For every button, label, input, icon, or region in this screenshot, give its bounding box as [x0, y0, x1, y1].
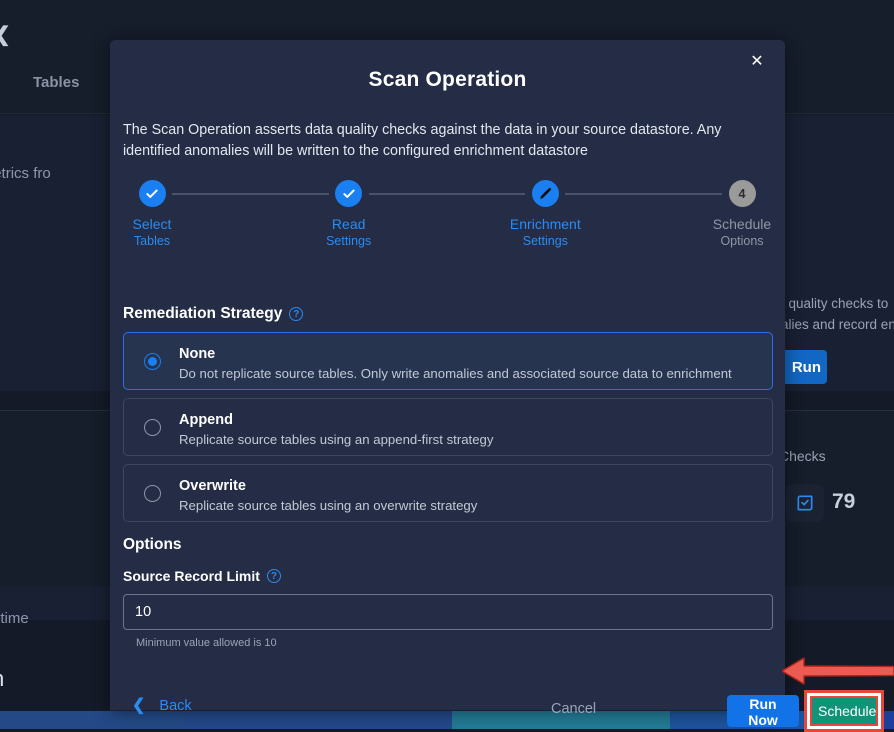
background-text-fragment-1: and key metrics fro — [0, 165, 51, 182]
run-now-button[interactable]: Run Now — [727, 695, 799, 727]
stepper-step-select[interactable]: SelectTables — [92, 180, 212, 249]
back-button-label: Back — [159, 698, 191, 714]
wizard-stepper: SelectTablesReadSettingsEnrichmentSettin… — [152, 180, 742, 248]
background-text-fragment-right-1: : quality checks to — [781, 296, 888, 311]
remediation-option-title: Append — [179, 412, 233, 428]
remediation-strategy-label: Remediation Strategy — [123, 305, 282, 323]
footer-separator — [110, 678, 785, 679]
source-record-limit-label-row: Source Record Limit ? — [123, 568, 281, 584]
stepper-step-subtitle: Settings — [326, 233, 371, 249]
radio-button-none[interactable] — [144, 353, 161, 370]
background-checks-label: Checks — [779, 448, 826, 464]
pencil-icon — [532, 180, 559, 207]
remediation-option-subtitle: Replicate source tables using an overwri… — [179, 498, 477, 513]
background-text-fragment-right-2: alies and record en — [781, 317, 894, 332]
source-record-limit-hint: Minimum value allowed is 10 — [136, 637, 277, 649]
remediation-strategy-heading: Remediation Strategy ? — [123, 305, 303, 323]
help-circle-icon[interactable]: ? — [289, 307, 303, 321]
remediation-option-title: Overwrite — [179, 478, 246, 494]
stepper-step-schedule[interactable]: 4 ScheduleOptions — [682, 180, 802, 249]
back-button[interactable]: ❮ Back — [132, 698, 192, 714]
red-left-arrow-annotation — [782, 655, 894, 687]
check-square-icon — [786, 484, 824, 522]
dialog-description: The Scan Operation asserts data quality … — [123, 120, 773, 162]
background-text-fragment-3: tribution — [0, 666, 4, 692]
stepper-step-number: 4 — [739, 187, 746, 201]
check-icon — [139, 180, 166, 207]
number-icon: 4 — [729, 180, 756, 207]
stepper-step-title: Read — [332, 216, 365, 233]
remediation-option-subtitle: Do not replicate source tables. Only wri… — [179, 366, 732, 381]
stepper-step-read[interactable]: ReadSettings — [289, 180, 409, 249]
stepper-step-title: Select — [133, 216, 172, 233]
remediation-option-append[interactable]: Append Replicate source tables using an a… — [123, 398, 773, 456]
background-run-button[interactable]: Run — [779, 350, 827, 384]
radio-button-overwrite[interactable] — [144, 485, 161, 502]
remediation-option-overwrite[interactable]: Overwrite Replicate source tables using a… — [123, 464, 773, 522]
background-tab-tables[interactable]: Tables — [33, 74, 79, 91]
options-heading: Options — [123, 536, 182, 554]
stepper-step-subtitle: Settings — [523, 233, 568, 249]
help-circle-icon[interactable]: ? — [267, 569, 281, 583]
stepper-step-title: Schedule — [713, 216, 771, 233]
remediation-option-title: None — [179, 346, 215, 362]
stepper-step-subtitle: Tables — [134, 233, 170, 249]
remediation-option-none[interactable]: None Do not replicate source tables. Only… — [123, 332, 773, 390]
radio-button-append[interactable] — [144, 419, 161, 436]
background-text-fragment-2: evolves over time — [0, 610, 29, 627]
schedule-button[interactable]: Schedule — [810, 696, 878, 726]
schedule-button-highlight: Schedule — [804, 690, 884, 732]
cancel-button[interactable]: Cancel — [551, 701, 596, 717]
stepper-connector-1 — [172, 193, 329, 195]
source-record-limit-label: Source Record Limit — [123, 568, 260, 584]
stepper-step-enrichment[interactable]: EnrichmentSettings — [485, 180, 605, 249]
dialog-title: Scan Operation — [110, 68, 785, 92]
source-record-limit-input[interactable] — [123, 594, 773, 630]
stepper-step-subtitle: Options — [720, 233, 763, 249]
scan-operation-dialog: ✕ Scan Operation The Scan Operation asse… — [110, 40, 785, 710]
remediation-option-subtitle: Replicate source tables using an append-… — [179, 432, 493, 447]
chevron-left-icon: ❮ — [132, 698, 145, 714]
radio-selected-dot — [148, 357, 157, 366]
check-icon — [335, 180, 362, 207]
background-back-chevron-icon[interactable]: ❮ — [0, 22, 11, 47]
stepper-connector-2 — [369, 193, 526, 195]
stepper-connector-3 — [565, 193, 722, 195]
stepper-step-title: Enrichment — [510, 216, 581, 233]
color-strip-segment-2 — [186, 711, 452, 729]
background-checks-count: 79 — [832, 490, 855, 514]
options-label: Options — [123, 536, 182, 554]
